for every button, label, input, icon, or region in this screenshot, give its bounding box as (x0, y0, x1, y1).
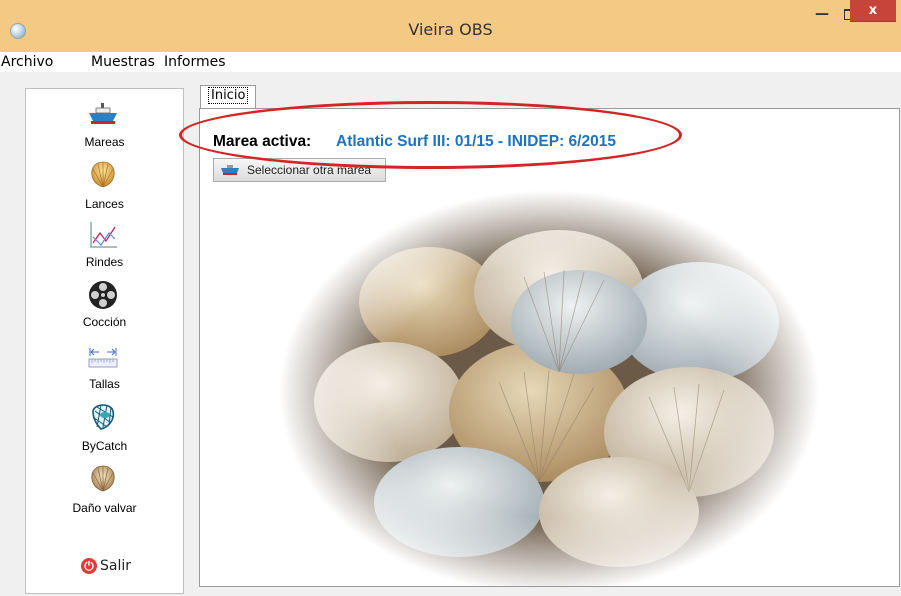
power-icon: ⏻ (81, 558, 97, 574)
sidebar-item-label: Cocción (82, 315, 127, 329)
salir-label: Salir (100, 558, 132, 574)
tab-inicio[interactable]: Inicio (200, 85, 257, 108)
sidebar-item-label: Tallas (89, 377, 120, 391)
sidebar-item-label: Mareas (84, 135, 125, 149)
close-button[interactable]: x (850, 0, 896, 22)
menu-archivo[interactable]: Archivo (1, 54, 53, 70)
sidebar-item-label: ByCatch (81, 439, 128, 453)
scallop-shell-icon (91, 465, 115, 492)
sidebar-item-coccion[interactable]: Cocción (26, 277, 183, 337)
sidebar-item-label: Rindes (85, 255, 124, 269)
scallop-shells-photo (279, 182, 819, 586)
salir-button[interactable]: ⏻ Salir (81, 558, 131, 580)
sidebar-item-tallas[interactable]: Tallas (26, 339, 183, 399)
ship-icon (89, 103, 117, 124)
menu-muestras[interactable]: Muestras (91, 54, 155, 70)
sidebar-item-dano-valvar[interactable]: Daño valvar (26, 463, 183, 523)
sidebar-item-label: Daño valvar (72, 501, 137, 515)
film-reel-icon (89, 281, 117, 309)
select-other-marea-label: Seleccionar otra marea (247, 163, 372, 177)
minimize-button[interactable]: — (808, 4, 836, 24)
sidebar-item-rindes[interactable]: Rindes (26, 217, 183, 277)
ship-icon (221, 165, 239, 175)
tab-label: Inicio (208, 87, 249, 104)
line-chart-icon (90, 222, 117, 248)
window-title: Vieira OBS (408, 20, 493, 39)
sidebar-item-bycatch[interactable]: ByCatch (26, 399, 183, 459)
menu-informes[interactable]: Informes (164, 54, 226, 70)
fish-net-icon (92, 404, 115, 430)
ruler-icon (88, 348, 118, 368)
sidebar-item-label: Lances (85, 197, 124, 211)
sidebar: Mareas Lances Rindes Cocción Tallas ByCa… (25, 88, 184, 594)
select-other-marea-button[interactable]: Seleccionar otra marea (213, 158, 386, 182)
scallop-shell-icon (91, 161, 115, 188)
sidebar-item-mareas[interactable]: Mareas (26, 99, 183, 159)
title-bar[interactable]: Vieira OBS — x (0, 0, 901, 52)
menu-bar: Archivo Muestras Informes (0, 52, 901, 72)
sidebar-item-lances[interactable]: Lances (26, 159, 183, 219)
marea-activa-value: Atlantic Surf III: 01/15 - INIDEP: 6/201… (336, 133, 616, 150)
marea-activa-label: Marea activa: (213, 133, 312, 150)
